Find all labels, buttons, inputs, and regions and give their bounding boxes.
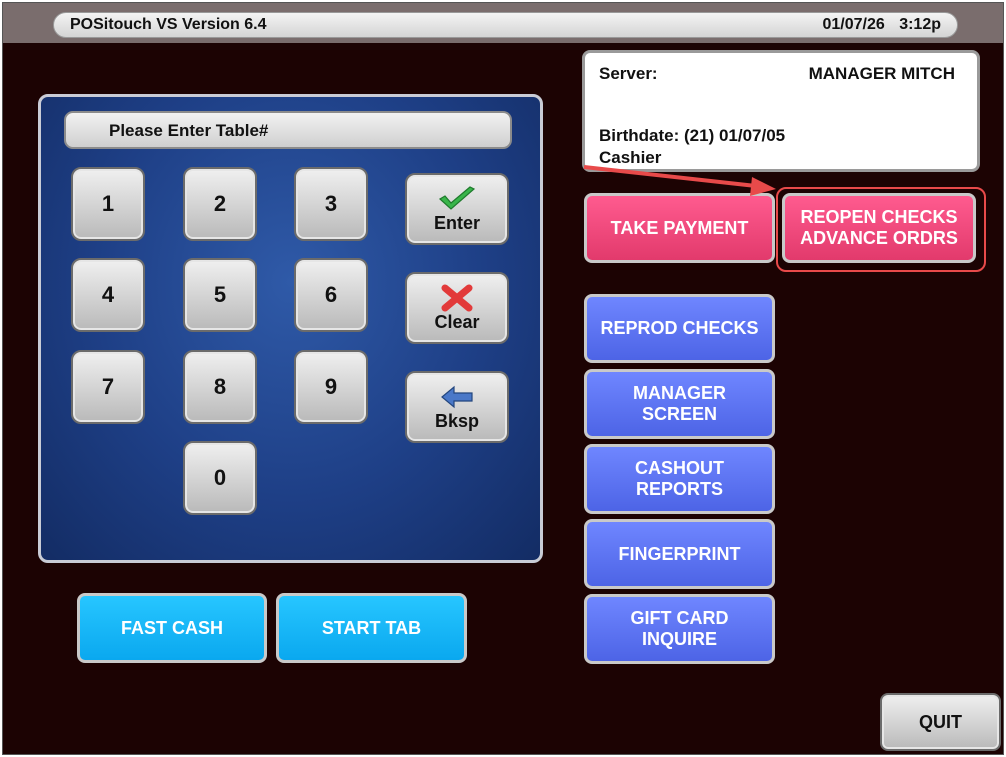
annotation-highlight-box [776,187,986,272]
manager-screen-button[interactable]: MANAGER SCREEN [584,369,775,439]
start-tab-button[interactable]: START TAB [276,593,467,663]
manager-label: MANAGER [633,383,726,403]
current-time: 3:12p [899,16,941,33]
gift-card-label: GIFT CARD [630,608,729,628]
title-pill: POSitouch VS Version 6.4 01/07/26 3:12p [53,12,958,38]
key-2[interactable]: 2 [183,167,257,241]
backspace-button[interactable]: Bksp [405,371,509,443]
key-9[interactable]: 9 [294,350,368,424]
server-info-panel: Server: MANAGER MITCH Birthdate: (21) 01… [582,50,980,172]
cashout-reports-button[interactable]: CASHOUT REPORTS [584,444,775,514]
inquire-label: INQUIRE [641,629,717,649]
table-number-display: Please Enter Table# [64,111,512,149]
enter-label: Enter [433,212,480,233]
key-3[interactable]: 3 [294,167,368,241]
quit-button[interactable]: QUIT [880,693,1001,751]
gift-card-inquire-button[interactable]: GIFT CARD INQUIRE [584,594,775,664]
key-7[interactable]: 7 [71,350,145,424]
key-5[interactable]: 5 [183,258,257,332]
app-title: POSitouch VS Version 6.4 [70,16,267,33]
title-bar: POSitouch VS Version 6.4 01/07/26 3:12p [3,3,1003,43]
reports-label: REPORTS [635,479,723,499]
take-payment-button[interactable]: TAKE PAYMENT [584,193,775,263]
red-x-icon [441,284,473,312]
key-0[interactable]: 0 [183,441,257,515]
cashout-label: CASHOUT [635,458,724,478]
enter-button[interactable]: Enter [405,173,509,245]
server-role: Cashier [599,148,662,167]
server-name: MANAGER MITCH [808,64,955,83]
bksp-label: Bksp [434,410,479,431]
clear-label: Clear [434,311,480,332]
key-1[interactable]: 1 [71,167,145,241]
date-time: 01/07/26 3:12p [822,16,941,34]
fast-cash-button[interactable]: FAST CASH [77,593,267,663]
key-4[interactable]: 4 [71,258,145,332]
fingerprint-button[interactable]: FINGERPRINT [584,519,775,589]
reprod-checks-button[interactable]: REPROD CHECKS [584,294,775,363]
screen-label: SCREEN [641,404,717,424]
current-date: 01/07/26 [822,16,885,33]
key-8[interactable]: 8 [183,350,257,424]
birthdate: Birthdate: (21) 01/07/05 [599,126,786,145]
clear-button[interactable]: Clear [405,272,509,344]
green-check-icon [437,185,477,213]
server-label: Server: [599,64,658,83]
blue-left-arrow-icon [440,383,474,411]
key-6[interactable]: 6 [294,258,368,332]
